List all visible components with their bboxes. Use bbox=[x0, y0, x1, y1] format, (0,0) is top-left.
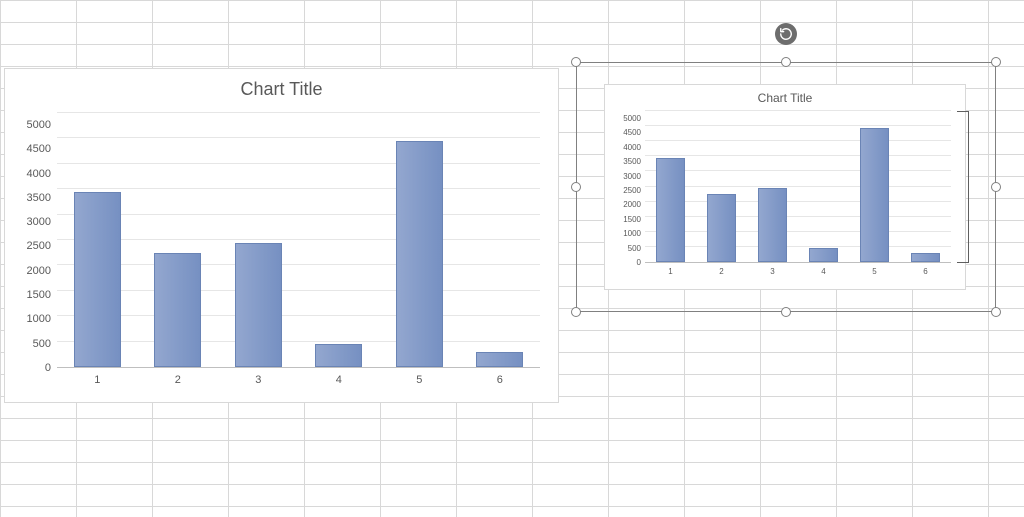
resize-handle-sw[interactable] bbox=[571, 307, 581, 317]
data-bar[interactable] bbox=[74, 192, 121, 367]
y-tick-label: 2000 bbox=[17, 265, 51, 277]
y-tick-label: 3500 bbox=[617, 158, 641, 166]
y-tick-label: 4000 bbox=[617, 144, 641, 152]
resize-handle-e[interactable] bbox=[991, 182, 1001, 192]
y-tick-label: 4500 bbox=[17, 143, 51, 155]
y-tick-label: 0 bbox=[17, 362, 51, 374]
plot-area-small[interactable] bbox=[645, 111, 951, 263]
data-bar[interactable] bbox=[396, 141, 443, 367]
plot-area-main[interactable] bbox=[57, 113, 540, 368]
x-tick-label: 3 bbox=[218, 374, 299, 386]
y-tick-label: 4000 bbox=[17, 168, 51, 180]
x-tick-label: 4 bbox=[299, 374, 380, 386]
y-tick-label: 3000 bbox=[17, 216, 51, 228]
y-tick-label: 3000 bbox=[617, 173, 641, 181]
x-tick-label: 5 bbox=[379, 374, 460, 386]
chart-title-main[interactable]: Chart Title bbox=[5, 79, 558, 100]
y-axis-ticks-main: 0500100015002000250030003500400045005000 bbox=[17, 113, 51, 368]
x-axis-ticks-small: 123456 bbox=[645, 267, 951, 276]
y-tick-label: 2000 bbox=[617, 201, 641, 209]
resize-handle-w[interactable] bbox=[571, 182, 581, 192]
x-tick-label: 2 bbox=[138, 374, 219, 386]
resize-handle-ne[interactable] bbox=[991, 57, 1001, 67]
y-tick-label: 500 bbox=[617, 245, 641, 253]
data-bar[interactable] bbox=[656, 158, 686, 262]
column-chart-main[interactable]: Chart Title 0500100015002000250030003500… bbox=[4, 68, 559, 403]
y-tick-label: 4500 bbox=[617, 129, 641, 137]
resize-handle-se[interactable] bbox=[991, 307, 1001, 317]
y-tick-label: 3500 bbox=[17, 192, 51, 204]
y-tick-label: 1500 bbox=[17, 289, 51, 301]
y-tick-label: 5000 bbox=[17, 119, 51, 131]
x-tick-label: 5 bbox=[849, 267, 900, 276]
x-tick-label: 6 bbox=[900, 267, 951, 276]
data-bar[interactable] bbox=[860, 128, 890, 262]
data-bar[interactable] bbox=[315, 344, 362, 367]
plot-area-selection-bracket[interactable] bbox=[957, 111, 969, 263]
data-bar[interactable] bbox=[758, 188, 788, 262]
data-bar[interactable] bbox=[476, 352, 523, 367]
y-tick-label: 5000 bbox=[617, 115, 641, 123]
y-axis-ticks-small: 0500100015002000250030003500400045005000 bbox=[617, 111, 641, 263]
x-tick-label: 2 bbox=[696, 267, 747, 276]
chart-plot-small: 0500100015002000250030003500400045005000 bbox=[617, 111, 951, 263]
rotate-handle-icon[interactable] bbox=[775, 23, 797, 45]
resize-handle-s[interactable] bbox=[781, 307, 791, 317]
x-tick-label: 4 bbox=[798, 267, 849, 276]
y-tick-label: 1000 bbox=[17, 313, 51, 325]
resize-handle-nw[interactable] bbox=[571, 57, 581, 67]
column-chart-small[interactable]: Chart Title 0500100015002000250030003500… bbox=[604, 84, 966, 290]
x-tick-label: 1 bbox=[57, 374, 138, 386]
x-tick-label: 6 bbox=[460, 374, 541, 386]
y-tick-label: 500 bbox=[17, 338, 51, 350]
x-axis-ticks-main: 123456 bbox=[57, 374, 540, 386]
x-tick-label: 1 bbox=[645, 267, 696, 276]
chart-plot-main: 0500100015002000250030003500400045005000 bbox=[17, 113, 540, 368]
y-tick-label: 2500 bbox=[617, 187, 641, 195]
resize-handle-n[interactable] bbox=[781, 57, 791, 67]
chart-title-small[interactable]: Chart Title bbox=[605, 91, 965, 105]
y-tick-label: 0 bbox=[617, 259, 641, 267]
y-tick-label: 2500 bbox=[17, 240, 51, 252]
y-tick-label: 1000 bbox=[617, 230, 641, 238]
data-bar[interactable] bbox=[707, 194, 737, 262]
data-bar[interactable] bbox=[154, 253, 201, 367]
y-tick-label: 1500 bbox=[617, 216, 641, 224]
data-bar[interactable] bbox=[911, 253, 941, 262]
data-bar[interactable] bbox=[235, 243, 282, 367]
data-bar[interactable] bbox=[809, 248, 839, 262]
x-tick-label: 3 bbox=[747, 267, 798, 276]
